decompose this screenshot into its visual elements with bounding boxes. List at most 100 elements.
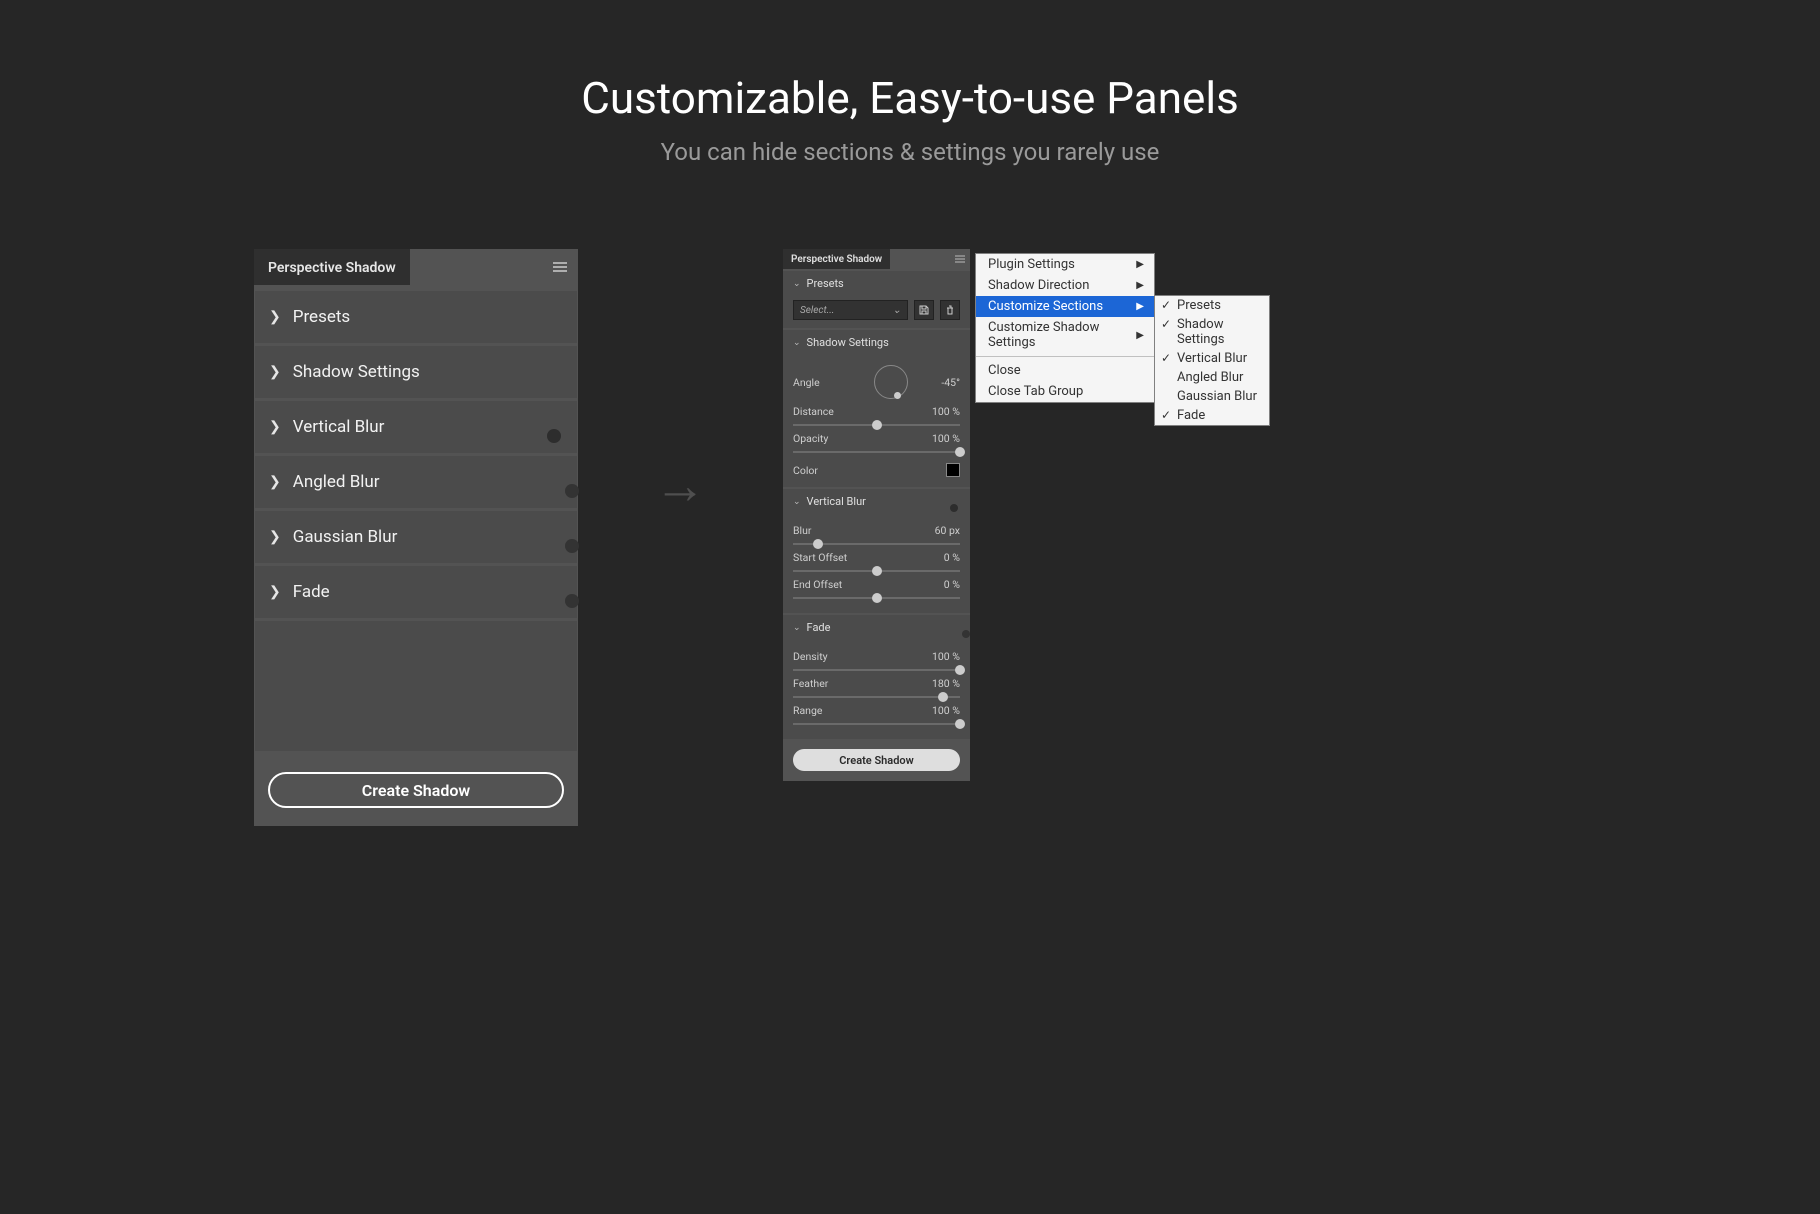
color-swatch[interactable] (946, 463, 960, 477)
delete-preset-button[interactable] (940, 300, 960, 320)
density-slider[interactable] (793, 669, 960, 671)
save-preset-button[interactable] (914, 300, 934, 320)
section-label: Vertical Blur (293, 417, 385, 437)
opacity-slider[interactable] (793, 451, 960, 453)
preset-placeholder: Select... (800, 305, 834, 316)
section-label: Fade (807, 621, 831, 634)
feather-slider[interactable] (793, 696, 960, 698)
panel-header: Perspective Shadow (254, 249, 578, 285)
panel-tab[interactable]: Perspective Shadow (254, 249, 410, 285)
panel-collapsed: Perspective Shadow ❯ Presets ❯ Shadow Se… (254, 249, 578, 826)
chevron-down-icon: ⌄ (793, 497, 801, 507)
section-label: Presets (807, 277, 844, 290)
submenu-arrow-icon: ▶ (1136, 301, 1144, 312)
section-label: Angled Blur (293, 472, 380, 492)
section-fade[interactable]: ❯ Fade (255, 566, 577, 618)
chevron-right-icon: ❯ (269, 364, 281, 380)
menu-label: Customize Sections (988, 299, 1103, 314)
range-label: Range (793, 704, 822, 717)
feather-label: Feather (793, 677, 828, 690)
section-shadow-settings[interactable]: ❯ Shadow Settings (255, 346, 577, 398)
start-offset-value: 0 % (944, 551, 960, 564)
section-vertical-blur[interactable]: ❯ Vertical Blur (255, 401, 577, 453)
blur-value: 60 px (935, 524, 960, 537)
submenu-gaussian-blur[interactable]: Gaussian Blur (1155, 387, 1269, 406)
section-label: Gaussian Blur (293, 527, 398, 547)
create-shadow-button[interactable]: Create Shadow (268, 772, 564, 808)
menu-item-shadow-direction[interactable]: Shadow Direction ▶ (976, 275, 1154, 296)
density-value: 100 % (932, 650, 960, 663)
section-presets[interactable]: ❯ Presets (255, 291, 577, 343)
section-label: Presets (293, 307, 350, 327)
section-shadow-settings-header[interactable]: ⌄ Shadow Settings (783, 330, 970, 355)
menu-label: Shadow Direction (988, 278, 1089, 293)
chevron-down-icon: ⌄ (893, 305, 901, 316)
density-label: Density (793, 650, 828, 663)
distance-slider[interactable] (793, 424, 960, 426)
angle-value: -45° (941, 376, 960, 389)
section-label: Vertical Blur (807, 495, 866, 508)
color-label: Color (793, 464, 818, 477)
menu-label: Close Tab Group (988, 384, 1083, 399)
chevron-right-icon: ❯ (269, 529, 281, 545)
panel-flyout-menu: Plugin Settings ▶ Shadow Direction ▶ Cus… (975, 253, 1155, 403)
submenu-arrow-icon: ▶ (1136, 280, 1144, 291)
menu-label: Close (988, 363, 1021, 378)
section-fade-header[interactable]: ⌄ Fade (783, 615, 970, 640)
opacity-value: 100 % (932, 432, 960, 445)
menu-item-customize-sections[interactable]: Customize Sections ▶ (976, 296, 1154, 317)
preset-select[interactable]: Select... ⌄ (793, 300, 908, 320)
chevron-right-icon: ❯ (269, 474, 281, 490)
range-value: 100 % (932, 704, 960, 717)
panel-expanded: Perspective Shadow ⌄ Presets Select... ⌄… (783, 249, 970, 781)
hamburger-icon[interactable] (950, 249, 970, 269)
end-offset-value: 0 % (944, 578, 960, 591)
hamburger-icon[interactable] (542, 249, 578, 285)
chevron-down-icon: ⌄ (793, 338, 801, 348)
chevron-down-icon: ⌄ (793, 623, 801, 633)
opacity-label: Opacity (793, 432, 828, 445)
create-shadow-button[interactable]: Create Shadow (793, 749, 960, 771)
menu-item-close-tab-group[interactable]: Close Tab Group (976, 381, 1154, 402)
section-label: Shadow Settings (807, 336, 889, 349)
submenu-arrow-icon: ▶ (1136, 259, 1144, 270)
panel-empty (255, 621, 577, 751)
menu-item-customize-shadow[interactable]: Customize Shadow Settings ▶ (976, 317, 1154, 353)
range-slider[interactable] (793, 723, 960, 725)
angle-dial[interactable] (874, 365, 908, 399)
section-label: Shadow Settings (293, 362, 420, 382)
blur-slider[interactable] (793, 543, 960, 545)
menu-item-close[interactable]: Close (976, 360, 1154, 381)
menu-separator (976, 356, 1154, 357)
section-angled-blur[interactable]: ❯ Angled Blur (255, 456, 577, 508)
end-offset-slider[interactable] (793, 597, 960, 599)
arrow-right-icon: → (654, 455, 706, 516)
feather-value: 180 % (932, 677, 960, 690)
submenu-vertical-blur[interactable]: Vertical Blur (1155, 349, 1269, 368)
chevron-down-icon: ⌄ (793, 279, 801, 289)
panel-tab[interactable]: Perspective Shadow (783, 249, 890, 269)
customize-sections-submenu: Presets Shadow Settings Vertical Blur An… (1154, 295, 1270, 426)
distance-value: 100 % (932, 405, 960, 418)
section-vertical-blur-header[interactable]: ⌄ Vertical Blur (783, 489, 970, 514)
start-offset-slider[interactable] (793, 570, 960, 572)
submenu-presets[interactable]: Presets (1155, 296, 1269, 315)
chevron-right-icon: ❯ (269, 419, 281, 435)
subheadline: You can hide sections & settings you rar… (0, 138, 1820, 166)
start-offset-label: Start Offset (793, 551, 847, 564)
submenu-fade[interactable]: Fade (1155, 406, 1269, 425)
submenu-angled-blur[interactable]: Angled Blur (1155, 368, 1269, 387)
menu-item-plugin-settings[interactable]: Plugin Settings ▶ (976, 254, 1154, 275)
distance-label: Distance (793, 405, 834, 418)
headline: Customizable, Easy-to-use Panels (0, 72, 1820, 124)
chevron-right-icon: ❯ (269, 309, 281, 325)
section-gaussian-blur[interactable]: ❯ Gaussian Blur (255, 511, 577, 563)
section-presets-header[interactable]: ⌄ Presets (783, 271, 970, 296)
chevron-right-icon: ❯ (269, 584, 281, 600)
submenu-arrow-icon: ▶ (1136, 330, 1144, 341)
end-offset-label: End Offset (793, 578, 842, 591)
submenu-shadow-settings[interactable]: Shadow Settings (1155, 315, 1269, 349)
panel-header: Perspective Shadow (783, 249, 970, 269)
blur-label: Blur (793, 524, 811, 537)
angle-label: Angle (793, 376, 820, 389)
